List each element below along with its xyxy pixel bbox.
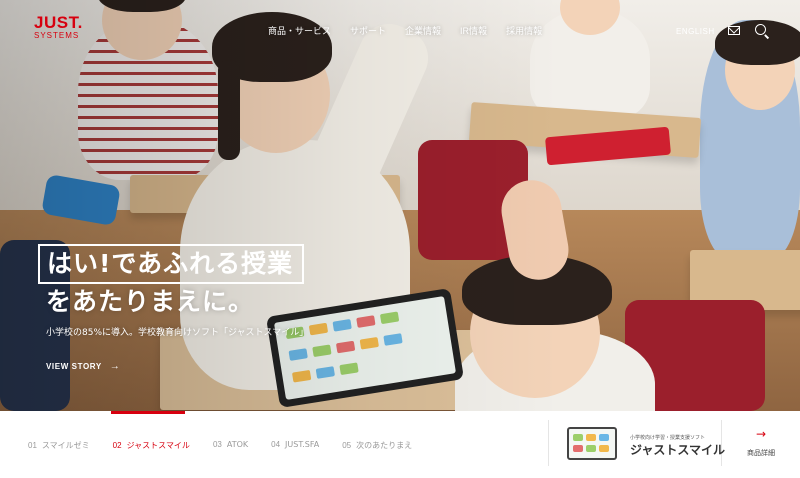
slide-tab-4[interactable]: 04 JUST.SFA [271,440,319,451]
slide-tab-label: 次のあたりまえ [356,441,413,450]
slide-tab-label: スマイルゼミ [41,441,90,450]
just-systems-logo[interactable]: JUST. SYSTEMS [34,14,83,40]
slide-tab-label: ジャストスマイル [126,441,190,450]
slide-progress-indicator [111,411,185,414]
slide-tab-2[interactable]: 02 ジャストスマイル [113,440,190,451]
hero-headline-line2: をあたりまえに。 [46,287,255,316]
hero-subcopy: 小学校の85%に導入。学校教育向けソフト「ジャストスマイル」 [46,328,309,338]
arrow-right-icon: → [755,427,767,441]
nav-item-support[interactable]: サポート [350,24,386,37]
product-caption: 小学校向け学習・授業支援ソフト [630,435,706,441]
slide-tab-number: 02 [112,441,122,450]
slide-tab-label: JUST.SFA [285,440,320,449]
product-detail-label: 商品詳細 [747,449,775,457]
slide-tab-number: 01 [28,441,37,450]
slide-tab-3[interactable]: 03 ATOK [213,440,248,451]
product-card[interactable]: 小学校向け学習・授業支援ソフト ジャストスマイル [548,420,726,466]
global-nav: 商品・サービス サポート 企業情報 IR情報 採用情報 [268,24,561,37]
slide-tabs: 01 スマイルゼミ 02 ジャストスマイル 03 ATOK 04 JUST.SFA 05… [28,440,435,451]
slide-tab-number: 05 [342,441,352,450]
view-story-label: VIEW STORY [46,362,102,371]
slide-tab-number: 03 [212,440,222,449]
slide-tab-5[interactable]: 05 次のあたりまえ [342,440,412,451]
english-link[interactable]: ENGLISH [676,27,715,36]
product-detail-link[interactable]: → 商品詳細 [736,428,786,458]
mail-icon[interactable] [728,26,740,35]
nav-item-company[interactable]: 企業情報 [405,24,441,37]
nav-item-recruit[interactable]: 採用情報 [506,24,542,37]
view-story-link[interactable]: VIEW STORY → [46,361,120,372]
hero-headline-line1: はい!であふれる授業 [38,244,305,284]
hero-image [0,0,800,411]
search-icon[interactable] [755,24,766,35]
slide-tab-1[interactable]: 01 スマイルゼミ [28,440,90,451]
nav-item-ir[interactable]: IR情報 [460,24,487,37]
logo-subtext: SYSTEMS [34,31,80,40]
arrow-right-icon: → [109,361,121,372]
slide-tab-number: 04 [271,440,281,449]
slide-tab-label: ATOK [226,440,249,449]
product-thumbnail [567,427,617,460]
logo-wordmark: JUST. [34,13,83,32]
nav-item-products[interactable]: 商品・サービス [268,24,331,37]
product-name: ジャストスマイル [630,443,726,457]
